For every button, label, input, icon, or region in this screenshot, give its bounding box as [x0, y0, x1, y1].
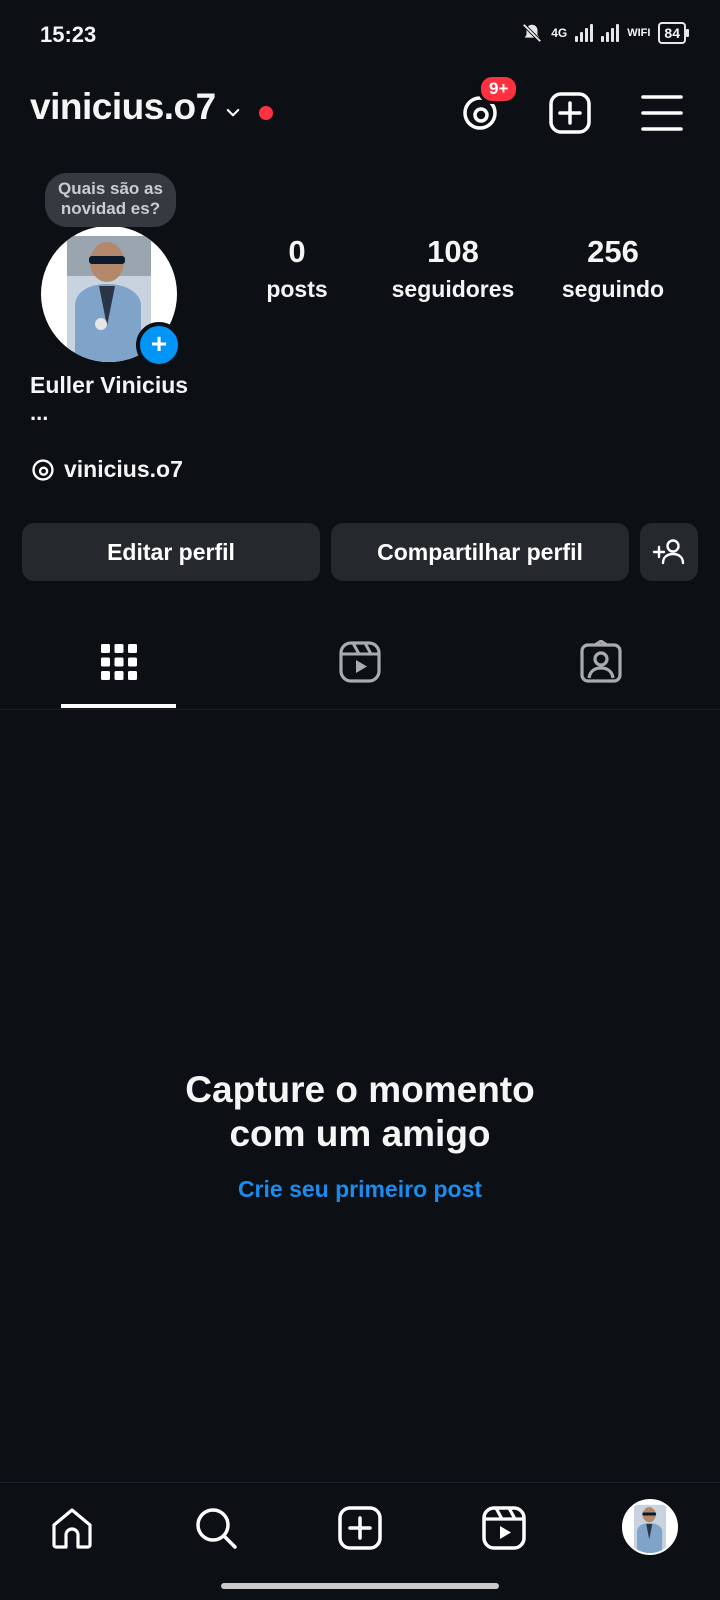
bio-more[interactable]: ... [30, 400, 48, 426]
empty-title-line2: com um amigo [229, 1113, 491, 1154]
signal-icon [575, 24, 594, 42]
search-icon[interactable] [193, 1505, 239, 1551]
gesture-home-bar[interactable] [221, 1583, 499, 1589]
edit-profile-button[interactable]: Editar perfil [22, 523, 320, 581]
chevron-down-icon[interactable] [224, 104, 242, 122]
hamburger-menu-icon[interactable] [640, 91, 684, 135]
home-icon[interactable] [49, 1505, 95, 1551]
threads-icon [32, 458, 54, 481]
tagged-icon[interactable] [579, 640, 623, 684]
mute-bell-icon [522, 23, 542, 43]
discover-people-button[interactable] [640, 523, 698, 581]
share-profile-button[interactable]: Compartilhar perfil [331, 523, 629, 581]
note-bubble[interactable]: Quais são as novidad es? [45, 173, 176, 227]
create-first-post-link[interactable]: Crie seu primeiro post [0, 1176, 720, 1203]
network-type: 4G [551, 26, 568, 40]
battery-icon: 84 [658, 22, 689, 44]
full-name: Euller Vinicius [30, 372, 189, 398]
empty-title-line1: Capture o momento [185, 1069, 535, 1110]
empty-state-title: Capture o momento com um amigo [0, 1068, 720, 1156]
add-story-icon[interactable]: + [136, 322, 182, 368]
tab-divider [0, 709, 720, 710]
stat-followers-label: seguidores [391, 276, 515, 302]
threads-profile-link[interactable]: vinicius.o7 [30, 456, 183, 483]
reels-icon[interactable] [481, 1505, 527, 1551]
stat-following-label: seguindo [561, 276, 665, 302]
active-tab-indicator [61, 704, 176, 708]
grid-icon[interactable] [97, 640, 141, 684]
stat-posts[interactable]: 0 posts [257, 234, 337, 303]
add-square-icon[interactable] [548, 91, 592, 135]
stat-following-value: 256 [587, 234, 639, 269]
nav-divider [0, 1482, 720, 1483]
add-person-icon [652, 539, 685, 565]
profile-avatar-nav[interactable] [622, 1499, 678, 1555]
threads-badge: 9+ [478, 74, 520, 104]
notification-dot [259, 106, 273, 120]
profile-photo-small [633, 1504, 667, 1553]
status-icons: 4G WIFI 84 [521, 22, 689, 44]
create-icon[interactable] [337, 1505, 383, 1551]
threads-handle: vinicius.o7 [64, 456, 183, 482]
stat-following[interactable]: 256 seguindo [553, 234, 673, 303]
stat-posts-value: 0 [288, 234, 306, 269]
signal-icon-2 [601, 24, 620, 42]
status-time: 15:23 [40, 22, 97, 47]
stat-posts-label: posts [266, 276, 328, 302]
wifi-icon: WIFI [627, 27, 651, 39]
stat-followers[interactable]: 108 seguidores [383, 234, 523, 303]
account-switcher[interactable]: vinicius.o7 [30, 86, 216, 128]
stat-followers-value: 108 [427, 234, 479, 269]
reels-tab-icon[interactable] [338, 640, 382, 684]
